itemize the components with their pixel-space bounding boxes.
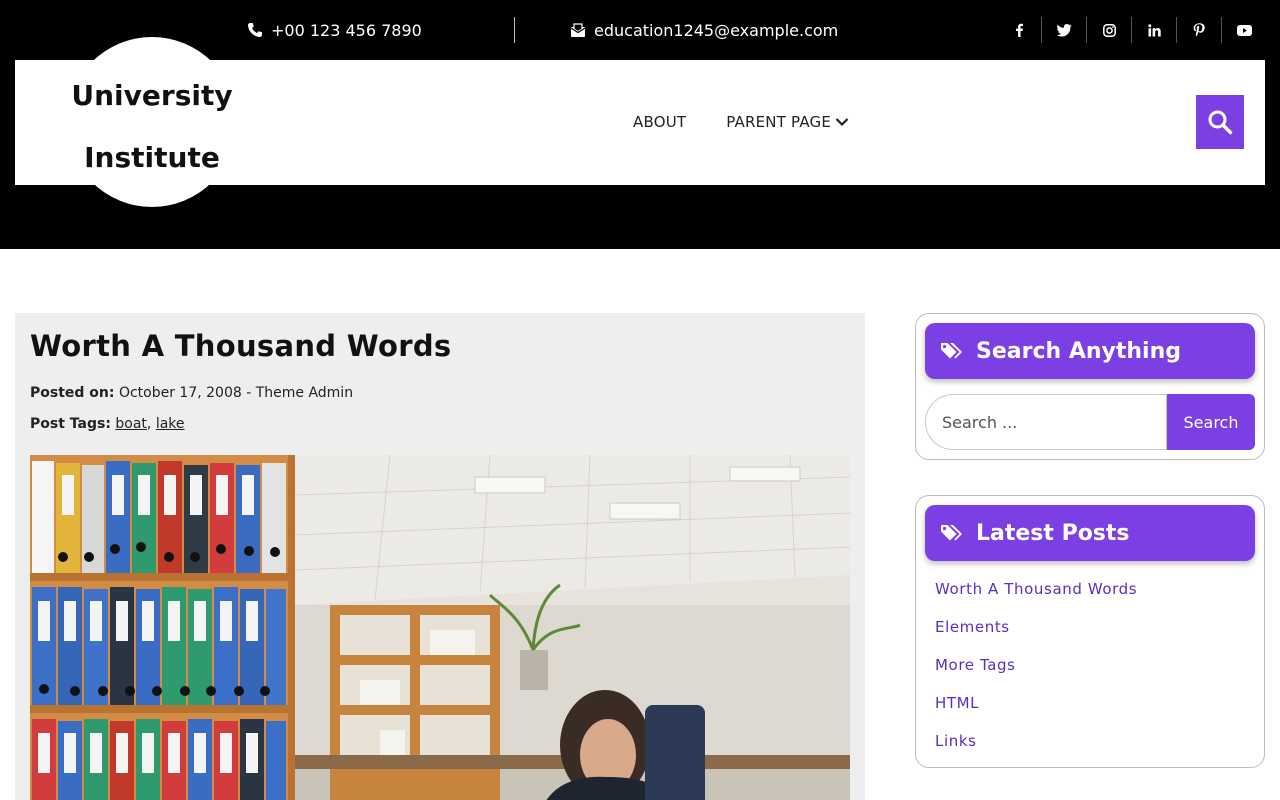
post-tags: Post Tags: boat, lake [30,416,185,432]
tag-separator: , [146,416,152,432]
chevron-down-icon [835,118,849,127]
instagram-icon [1102,23,1116,37]
latest-post-link[interactable]: Elements [935,618,1137,656]
pinterest-icon [1193,23,1205,37]
phone-number: +00 123 456 7890 [271,20,422,40]
post-title: Worth A Thousand Words [30,329,452,363]
post-tags-label: Post Tags: [30,416,111,432]
nav-item-label: ABOUT [633,113,687,131]
youtube-link[interactable] [1221,17,1266,43]
youtube-icon [1236,24,1252,36]
primary-menu: ABOUT PARENT PAGE [633,108,889,136]
facebook-icon [1015,23,1023,37]
linkedin-link[interactable] [1131,17,1176,43]
latest-posts-list: Worth A Thousand Words Elements More Tag… [935,580,1137,770]
widget-title-text: Search Anything [976,338,1181,364]
widget-title-text: Latest Posts [976,520,1130,546]
search-placeholder: Search ... [942,412,1018,432]
site-logo[interactable]: University Institute [67,37,237,207]
email-contact[interactable]: education1245@example.com [570,18,838,42]
search-icon [1208,110,1233,135]
email-address: education1245@example.com [594,20,839,40]
latest-post-link[interactable]: More Tags [935,656,1137,694]
pinterest-link[interactable] [1176,17,1221,43]
facebook-link[interactable] [996,17,1041,43]
site-title-line2: Institute [84,141,220,174]
office-scene-illustration [30,455,850,800]
instagram-link[interactable] [1086,17,1131,43]
nav-item-label: PARENT PAGE [726,113,832,131]
nav-item-parent-page[interactable]: PARENT PAGE [726,113,849,131]
topbar-divider [514,17,515,43]
tags-icon [941,525,962,541]
latest-posts-title: Latest Posts [925,505,1255,561]
search-widget: Search Anything Search ... Search [915,313,1265,460]
posted-on-label: Posted on: [30,385,115,401]
tags-icon [941,343,962,359]
tag-link-boat[interactable]: boat [115,416,147,432]
header-search-button[interactable] [1196,95,1244,149]
sidebar-search-button[interactable]: Search [1167,394,1255,450]
phone-icon [248,23,262,37]
post-article: Worth A Thousand Words Posted on: Octobe… [15,313,865,800]
site-title-line1: University [71,79,233,112]
latest-post-link[interactable]: Worth A Thousand Words [935,580,1137,618]
twitter-link[interactable] [1041,17,1086,43]
twitter-icon [1056,23,1071,36]
latest-post-link[interactable]: Links [935,732,1137,770]
search-widget-title: Search Anything [925,323,1255,379]
nav-item-about[interactable]: ABOUT [633,113,686,131]
tag-link-lake[interactable]: lake [156,416,185,432]
phone-contact[interactable]: +00 123 456 7890 [247,18,422,42]
post-featured-image [30,455,850,800]
social-links [996,17,1266,43]
latest-post-link[interactable]: HTML [935,694,1137,732]
posted-on-value: October 17, 2008 - Theme Admin [118,385,354,401]
sidebar-search-input[interactable]: Search ... [925,394,1167,450]
post-meta: Posted on: October 17, 2008 - Theme Admi… [30,385,353,401]
envelope-icon [570,23,586,37]
latest-posts-widget: Latest Posts Worth A Thousand Words Elem… [915,495,1265,768]
linkedin-icon [1147,23,1161,36]
